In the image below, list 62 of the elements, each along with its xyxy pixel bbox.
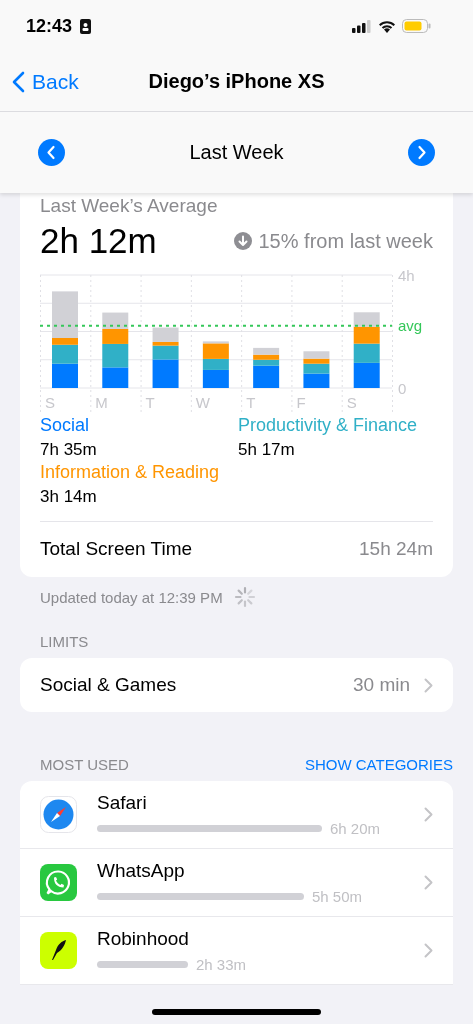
day-label: M bbox=[95, 394, 108, 411]
day-label: S bbox=[346, 394, 357, 411]
bar-segment bbox=[353, 343, 380, 363]
next-button[interactable] bbox=[408, 139, 435, 166]
average-value: 2h 12m bbox=[40, 221, 157, 261]
axis-label: 0 bbox=[398, 380, 407, 397]
usage-time: 6h 20m bbox=[330, 820, 381, 837]
category-time: 5h 17m bbox=[238, 440, 296, 460]
category-time: 7h 35m bbox=[40, 440, 98, 460]
day-label: S bbox=[45, 394, 55, 411]
usage-time: 2h 33m bbox=[196, 956, 247, 973]
battery-icon bbox=[402, 19, 431, 33]
spinner-icon bbox=[232, 585, 257, 609]
app-name: Safari bbox=[97, 792, 148, 814]
category-name: Productivity & Finance bbox=[238, 415, 419, 436]
compass-icon bbox=[40, 796, 77, 833]
total-label: Total Screen Time bbox=[40, 538, 193, 560]
total-value: 15h 24m bbox=[359, 538, 433, 560]
day-label: T bbox=[145, 394, 155, 411]
app-row[interactable]: Safari 6h 20m bbox=[20, 781, 453, 849]
change-text: 15% from last week bbox=[258, 229, 433, 253]
chevron-icon bbox=[424, 943, 433, 958]
bar-segment bbox=[102, 367, 129, 388]
id-card-icon bbox=[80, 18, 92, 34]
category-name: Information & Reading bbox=[40, 462, 221, 483]
bar-segment bbox=[353, 312, 380, 327]
signal-icon bbox=[352, 19, 372, 33]
bar-segment bbox=[52, 363, 78, 388]
average-title: Last Week’s Average bbox=[40, 195, 219, 217]
usage-time: 5h 50m bbox=[312, 888, 363, 905]
previous-button[interactable] bbox=[38, 139, 65, 166]
status-time: 12:43 bbox=[26, 15, 73, 37]
section-header: LIMITS bbox=[39, 632, 90, 652]
section-header: MOST USED bbox=[40, 756, 129, 773]
limit-name: Social & Games bbox=[40, 674, 177, 696]
period-label: Last Week bbox=[189, 141, 284, 164]
day-label: W bbox=[195, 394, 211, 411]
wifi-icon bbox=[378, 19, 396, 33]
back-button[interactable]: Back bbox=[0, 69, 79, 94]
category-name: Social bbox=[40, 415, 91, 436]
feather-icon bbox=[40, 932, 77, 969]
app-row[interactable]: WhatsApp 5h 50m bbox=[20, 849, 453, 917]
chevron-icon bbox=[424, 677, 433, 693]
bar-segment bbox=[102, 312, 129, 329]
day-label: T bbox=[246, 394, 256, 411]
category-time: 3h 14m bbox=[40, 487, 98, 507]
bar-segment bbox=[353, 362, 380, 388]
day-label: F bbox=[296, 394, 306, 411]
app-row[interactable]: Robinhood 2h 33m bbox=[20, 917, 453, 985]
show-categories-link[interactable]: SHOW CATEGORIES bbox=[304, 756, 453, 773]
limit-row[interactable]: Social & Games 30 min bbox=[20, 658, 453, 712]
app-name: WhatsApp bbox=[97, 860, 186, 882]
chat-phone-icon bbox=[40, 864, 77, 901]
chevron-icon bbox=[424, 875, 433, 890]
limit-value: 30 min bbox=[352, 674, 410, 696]
chevron-icon bbox=[424, 807, 433, 822]
average-label: avg bbox=[398, 316, 423, 334]
app-name: Robinhood bbox=[97, 928, 190, 950]
axis-label: 4h bbox=[398, 267, 415, 284]
chevron-left-icon bbox=[12, 70, 25, 93]
updated-text: Updated today at 12:39 PM bbox=[40, 588, 223, 606]
screen-title: Diego’s iPhone XS bbox=[148, 70, 325, 93]
